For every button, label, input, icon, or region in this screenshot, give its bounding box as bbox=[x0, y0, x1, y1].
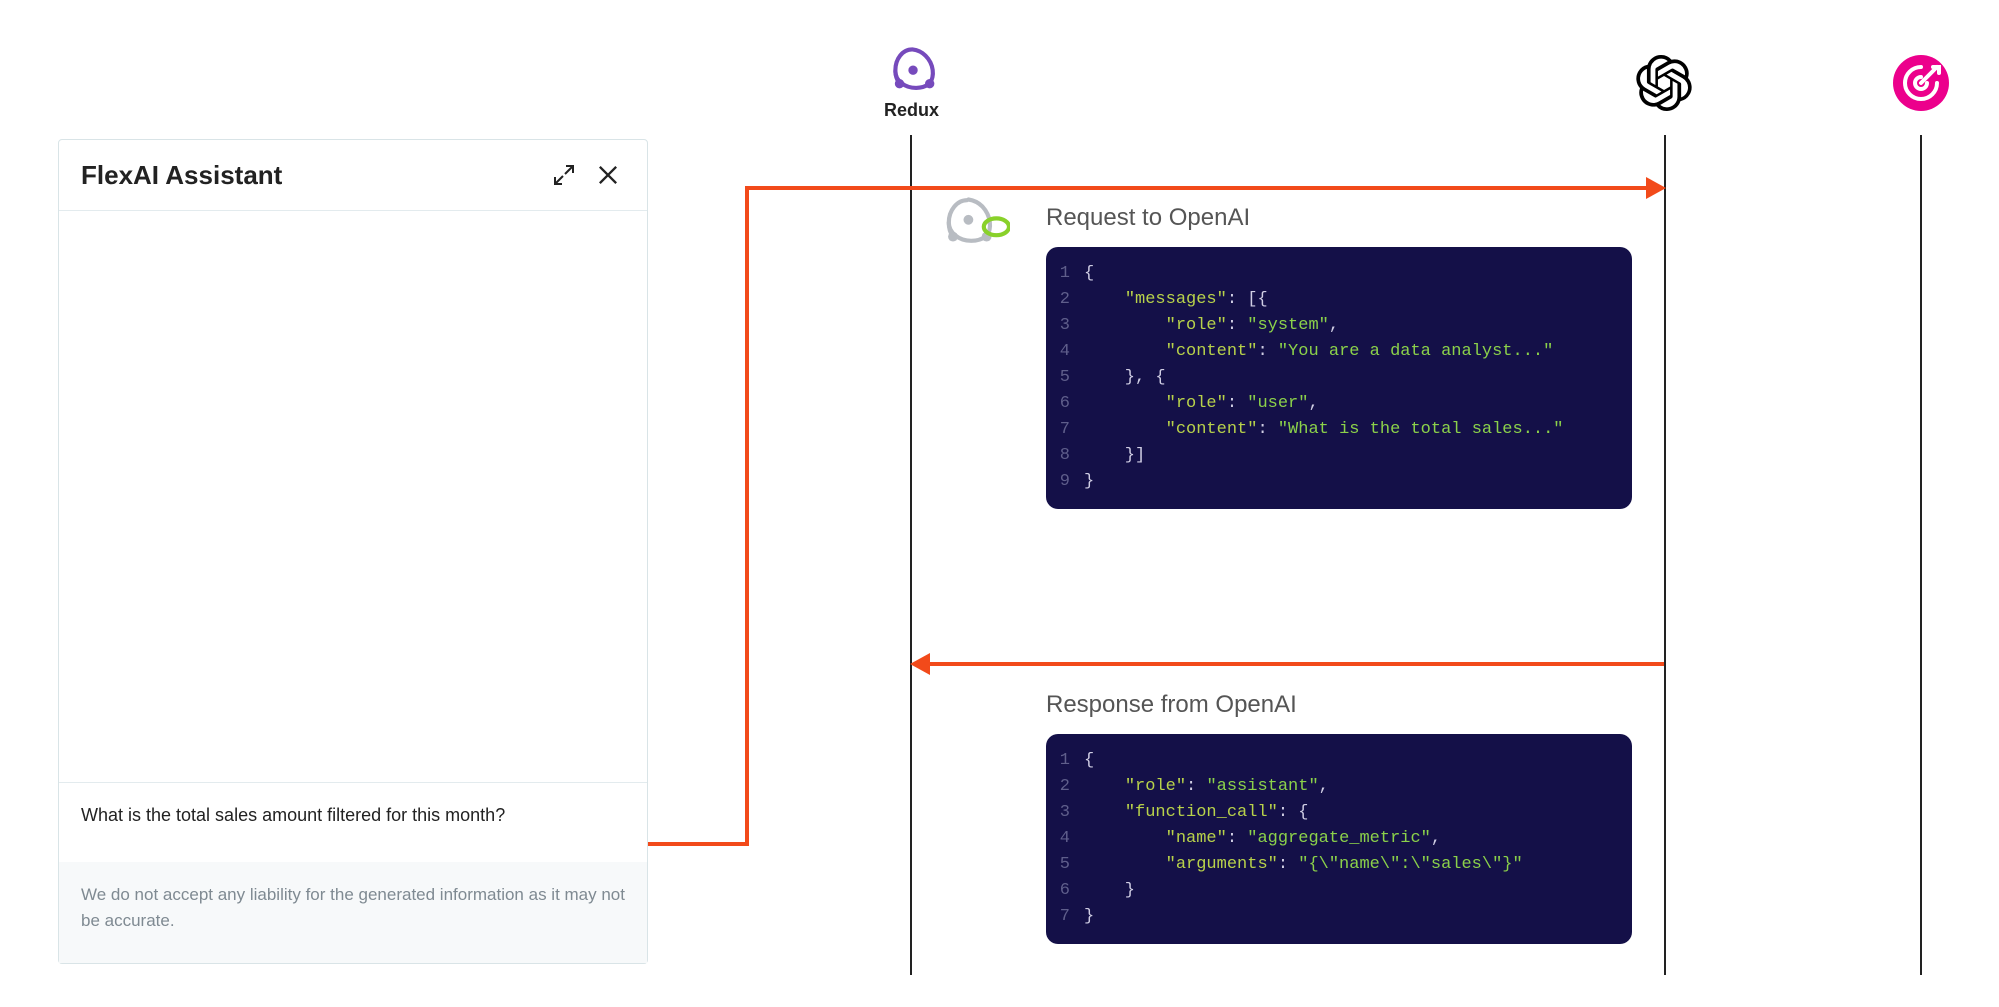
code-line: 5 "arguments": "{\"name\":\"sales\"}" bbox=[1058, 852, 1614, 878]
arrow-chat-to-redux-v bbox=[745, 186, 749, 846]
chat-title: FlexAI Assistant bbox=[81, 160, 537, 191]
actor-redux: Redux bbox=[884, 46, 939, 121]
line-number: 7 bbox=[1058, 904, 1084, 930]
target-icon bbox=[1893, 55, 1949, 111]
chat-panel: FlexAI Assistant What is the total sales… bbox=[58, 139, 648, 964]
arrowhead-to-redux bbox=[910, 653, 930, 675]
code-line: 3 "role": "system", bbox=[1058, 313, 1614, 339]
code-line: 1{ bbox=[1058, 261, 1614, 287]
line-content: "name": "aggregate_metric", bbox=[1084, 826, 1441, 852]
redux-saga-icon bbox=[938, 196, 1010, 252]
line-content: "arguments": "{\"name\":\"sales\"}" bbox=[1084, 852, 1523, 878]
chat-disclaimer: We do not accept any liability for the g… bbox=[59, 862, 647, 963]
code-line: 6 } bbox=[1058, 878, 1614, 904]
expand-button[interactable] bbox=[547, 158, 581, 192]
lifeline-target bbox=[1920, 135, 1922, 975]
actor-target bbox=[1893, 55, 1949, 111]
line-content: "role": "system", bbox=[1084, 313, 1339, 339]
chat-header: FlexAI Assistant bbox=[59, 140, 647, 211]
line-content: "role": "assistant", bbox=[1084, 774, 1329, 800]
code-line: 4 "name": "aggregate_metric", bbox=[1058, 826, 1614, 852]
line-number: 4 bbox=[1058, 339, 1084, 365]
line-content: "messages": [{ bbox=[1084, 287, 1268, 313]
arrow-redux-to-openai bbox=[745, 186, 1647, 190]
arrowhead-to-openai bbox=[1646, 177, 1666, 199]
line-content: }, { bbox=[1084, 365, 1166, 391]
line-number: 7 bbox=[1058, 417, 1084, 443]
actor-openai bbox=[1636, 55, 1692, 111]
chat-input[interactable]: What is the total sales amount filtered … bbox=[59, 782, 647, 862]
chat-input-text: What is the total sales amount filtered … bbox=[81, 805, 505, 825]
line-content: "content": "You are a data analyst..." bbox=[1084, 339, 1553, 365]
line-number: 3 bbox=[1058, 313, 1084, 339]
response-section-title: Response from OpenAI bbox=[1046, 691, 1297, 719]
line-content: }] bbox=[1084, 443, 1145, 469]
line-number: 2 bbox=[1058, 287, 1084, 313]
line-number: 5 bbox=[1058, 365, 1084, 391]
code-line: 4 "content": "You are a data analyst..." bbox=[1058, 339, 1614, 365]
code-request: 1{2 "messages": [{3 "role": "system",4 "… bbox=[1046, 247, 1632, 509]
line-content: { bbox=[1084, 748, 1094, 774]
lifeline-openai bbox=[1664, 135, 1666, 975]
line-number: 4 bbox=[1058, 826, 1084, 852]
code-response: 1{2 "role": "assistant",3 "function_call… bbox=[1046, 734, 1632, 944]
close-button[interactable] bbox=[591, 158, 625, 192]
line-number: 6 bbox=[1058, 878, 1084, 904]
arrow-openai-to-redux bbox=[928, 662, 1664, 666]
code-line: 3 "function_call": { bbox=[1058, 800, 1614, 826]
code-line: 5 }, { bbox=[1058, 365, 1614, 391]
redux-icon bbox=[886, 46, 938, 96]
request-section-title: Request to OpenAI bbox=[1046, 204, 1250, 232]
line-number: 3 bbox=[1058, 800, 1084, 826]
code-line: 7 "content": "What is the total sales...… bbox=[1058, 417, 1614, 443]
line-number: 9 bbox=[1058, 469, 1084, 495]
openai-icon bbox=[1636, 55, 1692, 111]
chat-messages-area bbox=[59, 211, 647, 782]
line-number: 6 bbox=[1058, 391, 1084, 417]
line-content: } bbox=[1084, 904, 1094, 930]
line-content: "role": "user", bbox=[1084, 391, 1319, 417]
lifeline-redux bbox=[910, 135, 912, 975]
code-line: 8 }] bbox=[1058, 443, 1614, 469]
redux-saga-badge bbox=[938, 196, 1010, 257]
code-line: 2 "role": "assistant", bbox=[1058, 774, 1614, 800]
code-line: 6 "role": "user", bbox=[1058, 391, 1614, 417]
line-number: 2 bbox=[1058, 774, 1084, 800]
code-line: 2 "messages": [{ bbox=[1058, 287, 1614, 313]
arrow-chat-to-redux-h1 bbox=[648, 842, 745, 846]
line-number: 8 bbox=[1058, 443, 1084, 469]
line-content: } bbox=[1084, 469, 1094, 495]
line-number: 5 bbox=[1058, 852, 1084, 878]
line-content: "function_call": { bbox=[1084, 800, 1308, 826]
expand-icon bbox=[552, 163, 576, 187]
close-icon bbox=[594, 161, 622, 189]
actor-redux-label: Redux bbox=[884, 100, 939, 121]
code-line: 1{ bbox=[1058, 748, 1614, 774]
code-line: 7} bbox=[1058, 904, 1614, 930]
line-number: 1 bbox=[1058, 748, 1084, 774]
line-number: 1 bbox=[1058, 261, 1084, 287]
line-content: "content": "What is the total sales..." bbox=[1084, 417, 1564, 443]
code-line: 9} bbox=[1058, 469, 1614, 495]
line-content: } bbox=[1084, 878, 1135, 904]
line-content: { bbox=[1084, 261, 1094, 287]
